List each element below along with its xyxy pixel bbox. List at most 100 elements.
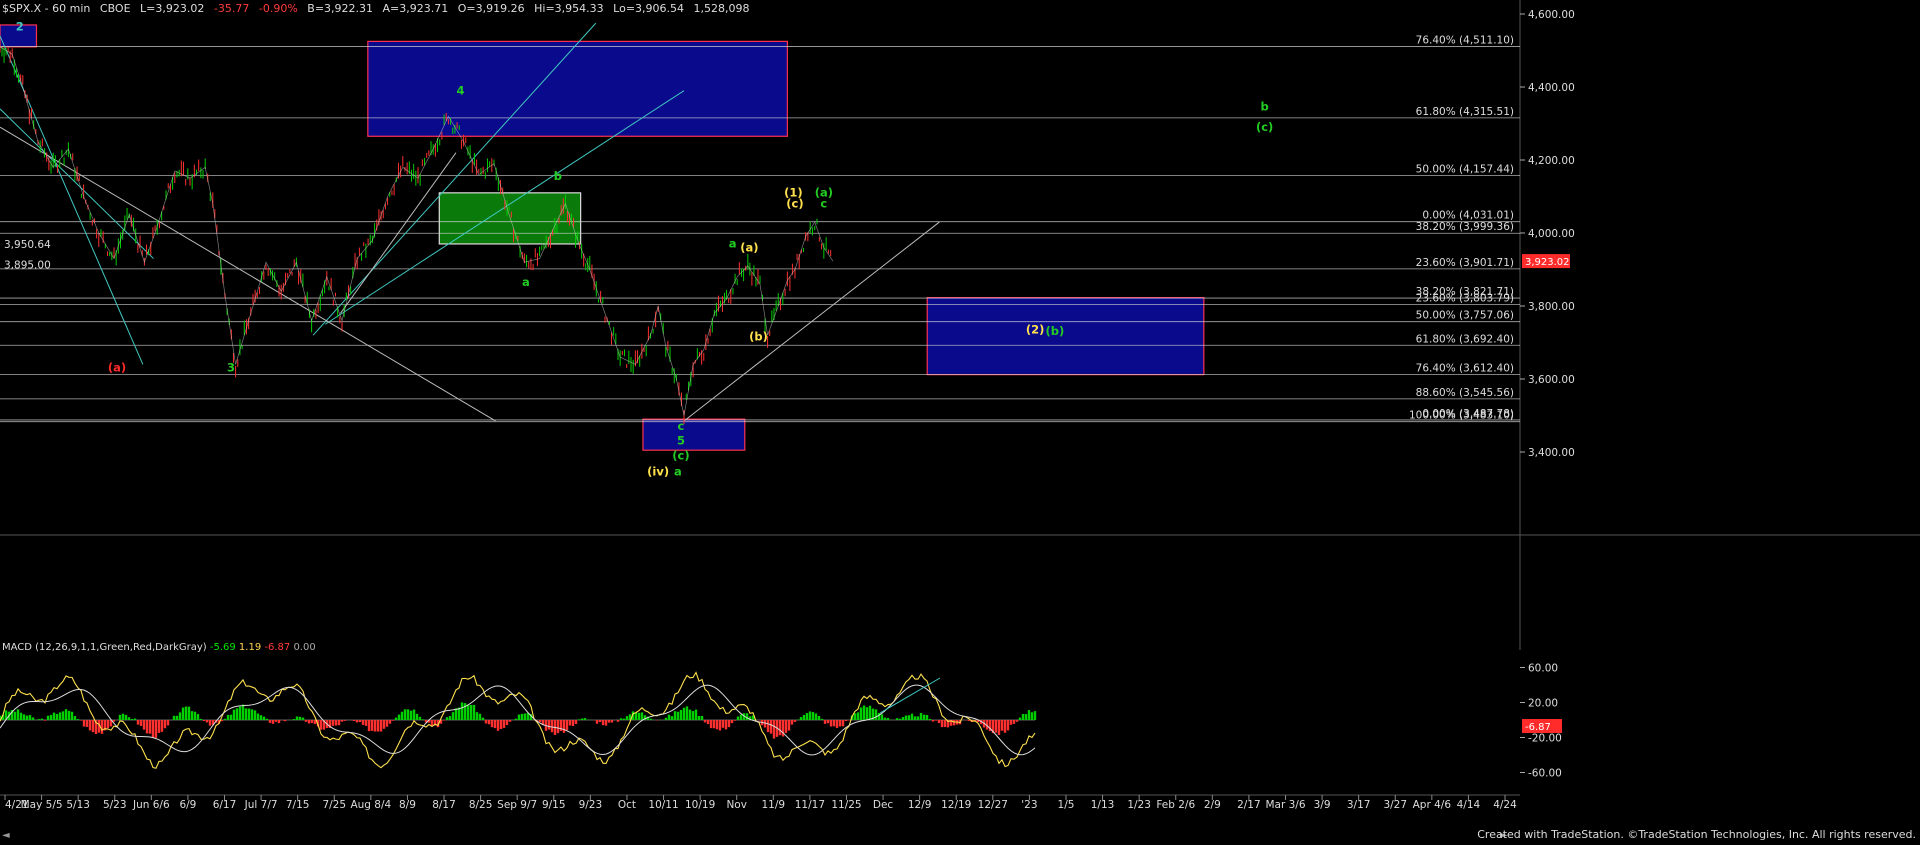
price-tick-label-1: 4,400.00 [1528,82,1575,94]
time-tick-label-3: 5/23 [103,799,127,811]
time-tick-label-10: Aug 8/4 [350,799,391,811]
time-tick-label-23: 11/25 [831,799,861,811]
price-tick-label-5: 3,600.00 [1528,374,1575,386]
time-tick-label-24: Dec [873,799,894,811]
bid: B=3,922.31 [307,2,374,15]
macd-current-label: -6.87 [1525,722,1551,733]
scroll-left-button[interactable]: ◄ [2,830,10,841]
time-tick-label-6: 6/17 [213,799,237,811]
time-tick-label-2: 5/13 [66,799,90,811]
time-tick-label-29: 1/5 [1058,799,1075,811]
time-tick-label-4: Jun 6/6 [132,799,170,811]
wave-label-12: (a) [740,240,758,254]
time-tick-label-38: 3/27 [1383,799,1407,811]
time-tick-label-5: 6/9 [179,799,196,811]
macd-panel: 60.00 20.00 -20.00 -60.00 -6.87 [0,663,1562,780]
wave-label-11: a [729,237,737,251]
time-tick-label-28: '23 [1021,799,1037,811]
time-tick-label-41: 4/24 [1493,799,1517,811]
time-tick-label-40: 4/14 [1457,799,1481,811]
time-tick-label-8: 7/15 [286,799,310,811]
zone-boxes [0,24,1205,451]
macd-diff: -6.87 [264,642,291,653]
time-tick-label-30: 1/13 [1091,799,1115,811]
time-tick-label-35: Mar 3/6 [1265,799,1305,811]
trend-line-4 [0,126,496,422]
time-tick-label-15: 9/15 [542,799,566,811]
time-tick-label-34: 2/17 [1237,799,1261,811]
fib-label-2: 50.00% (4,157.44) [1416,164,1514,176]
exchange: CBOE [99,2,131,15]
time-tick-label-27: 12/27 [978,799,1008,811]
left-level-label-1: 3,895.00 [4,259,51,271]
high: Hi=3,954.33 [534,2,604,15]
price-tick-label-2: 4,200.00 [1528,155,1575,167]
fib-label-5: 23.60% (3,901.71) [1416,257,1514,269]
zone-box-4 [926,297,1205,376]
time-tick-label-20: Nov [726,799,747,811]
macd-label: MACD (12,26,9,1,1,Green,Red,DarkGray) [2,642,207,653]
symbol: $SPX.X - 60 min [2,2,91,15]
time-tick-label-22: 11/17 [795,799,825,811]
wave-label-13: (b) [749,330,768,344]
time-tick-label-1: May 5/5 [21,799,63,811]
time-tick-label-39: Apr 4/6 [1413,799,1452,811]
fib-label-8: 50.00% (3,757.06) [1416,310,1514,322]
wave-label-21: (c) [1256,120,1273,134]
macd-tick-label-2: -20.00 [1528,733,1562,745]
macd-tick-label-1: 20.00 [1528,698,1558,710]
trend-line-0 [0,35,144,365]
wave-label-4: b [554,169,562,183]
fib-label-7: 23.60% (3,803.79) [1416,293,1514,305]
time-axis: 4/21May 5/5 5/13 5/23 Jun 6/6 6/9 6/17 Jul 7/7… [0,794,1520,811]
time-tick-label-13: 8/25 [469,799,493,811]
last-price: L=3,923.02 [140,2,205,15]
time-tick-label-16: 9/23 [579,799,603,811]
wave-label-1: (a) [108,361,126,375]
time-tick-label-18: 10/11 [648,799,678,811]
macd-tick-label-0: 60.00 [1528,663,1558,675]
price-tick-label-4: 3,800.00 [1528,301,1575,313]
wave-label-19: (b) [1046,324,1065,338]
time-tick-label-37: 3/17 [1347,799,1371,811]
fib-label-3: 0.00% (4,031.01) [1422,210,1514,222]
wave-label-17: c [820,196,827,210]
price-tick-label-3: 4,000.00 [1528,228,1575,240]
time-tick-label-17: Oct [618,799,636,811]
wave-label-3: 4 [457,83,465,97]
time-tick-label-11: 8/9 [399,799,416,811]
wave-label-18: (2) [1026,322,1045,336]
price-tick-label-6: 3,400.00 [1528,447,1575,459]
macd-tick-label-3: -60.00 [1528,768,1562,780]
time-tick-label-31: 1/23 [1127,799,1151,811]
fib-label-11: 88.60% (3,545.56) [1416,387,1514,399]
wave-label-10: a [674,465,682,479]
wave-label-5: a [522,275,530,289]
pct-change: -0.90% [258,2,298,15]
zone-box-3 [642,418,746,451]
wave-label-0: 2 [16,19,24,33]
fib-label-0: 76.40% (4,511.10) [1416,34,1514,46]
wave-label-7: 5 [677,434,685,448]
ask: A=3,923.71 [382,2,449,15]
wave-label-8: (c) [672,448,689,462]
left-level-label-0: 3,950.64 [4,239,51,251]
last-price-marker-label: 3,923.02 [1525,257,1570,268]
symbol-header: $SPX.X - 60 min CBOE L=3,923.02 -35.77 -… [2,2,756,15]
macd-header: MACD (12,26,9,1,1,Green,Red,DarkGray) -5… [2,642,316,653]
time-tick-label-19: 10/19 [685,799,715,811]
time-tick-label-12: 8/17 [432,799,456,811]
fib-label-9: 61.80% (3,692.40) [1416,333,1514,345]
macd-avg: 1.19 [238,642,262,653]
time-tick-label-26: 12/19 [941,799,971,811]
time-tick-label-32: Feb 2/6 [1156,799,1195,811]
fib-label-4: 38.20% (3,999.36) [1416,221,1514,233]
time-tick-label-9: 7/25 [322,799,346,811]
volume: 1,528,098 [693,2,750,15]
zone-box-1 [367,40,788,137]
wave-label-2: 3 [227,361,235,375]
wave-label-15: (c) [786,196,803,210]
fib-label-1: 61.80% (4,315.51) [1416,106,1514,118]
price-tick-label-0: 4,600.00 [1528,9,1575,21]
wave-label-9: (iv) [647,465,669,479]
